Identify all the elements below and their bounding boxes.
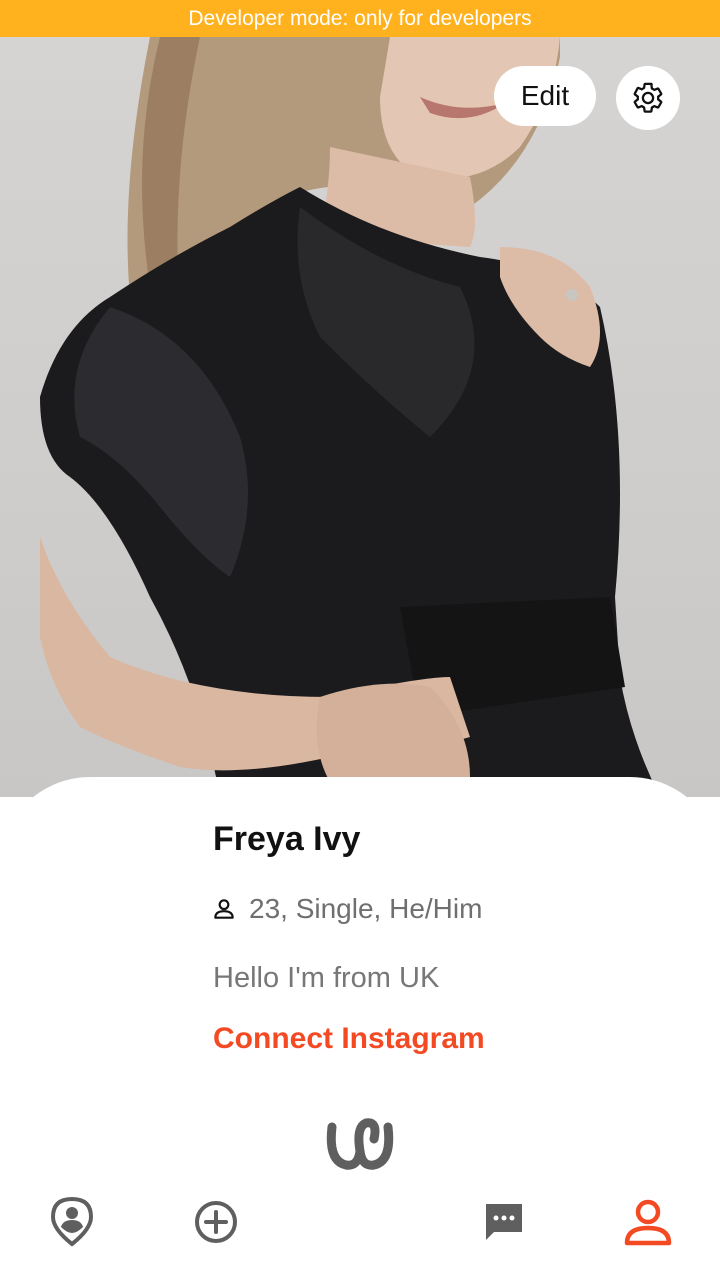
edit-button[interactable]: Edit — [494, 66, 596, 126]
app-logo-icon — [326, 1118, 394, 1170]
location-pin-icon — [50, 1196, 94, 1247]
nav-location[interactable] — [42, 1192, 102, 1252]
nav-profile[interactable] — [618, 1192, 678, 1252]
gear-icon — [633, 82, 663, 113]
developer-mode-banner: Developer mode: only for developers — [0, 0, 720, 37]
nav-add[interactable] — [186, 1192, 246, 1252]
person-icon — [214, 899, 234, 919]
connect-instagram-link[interactable]: Connect Instagram — [213, 1022, 485, 1056]
profile-name: Freya Ivy — [213, 820, 361, 858]
profile-bio: Hello I'm from UK — [213, 962, 440, 994]
profile-icon — [624, 1199, 672, 1246]
settings-button[interactable] — [616, 66, 680, 130]
add-circle-icon — [195, 1201, 237, 1243]
profile-details-row: 23, Single, He/Him — [211, 893, 482, 925]
profile-photo-illustration — [40, 37, 660, 797]
profile-screen: Developer mode: only for developers Edit… — [0, 0, 720, 1280]
profile-photo[interactable] — [0, 37, 720, 797]
chat-icon — [486, 1204, 522, 1240]
nav-chat[interactable] — [474, 1192, 534, 1252]
profile-details: 23, Single, He/Him — [249, 893, 483, 924]
bottom-navigation — [0, 1188, 720, 1280]
